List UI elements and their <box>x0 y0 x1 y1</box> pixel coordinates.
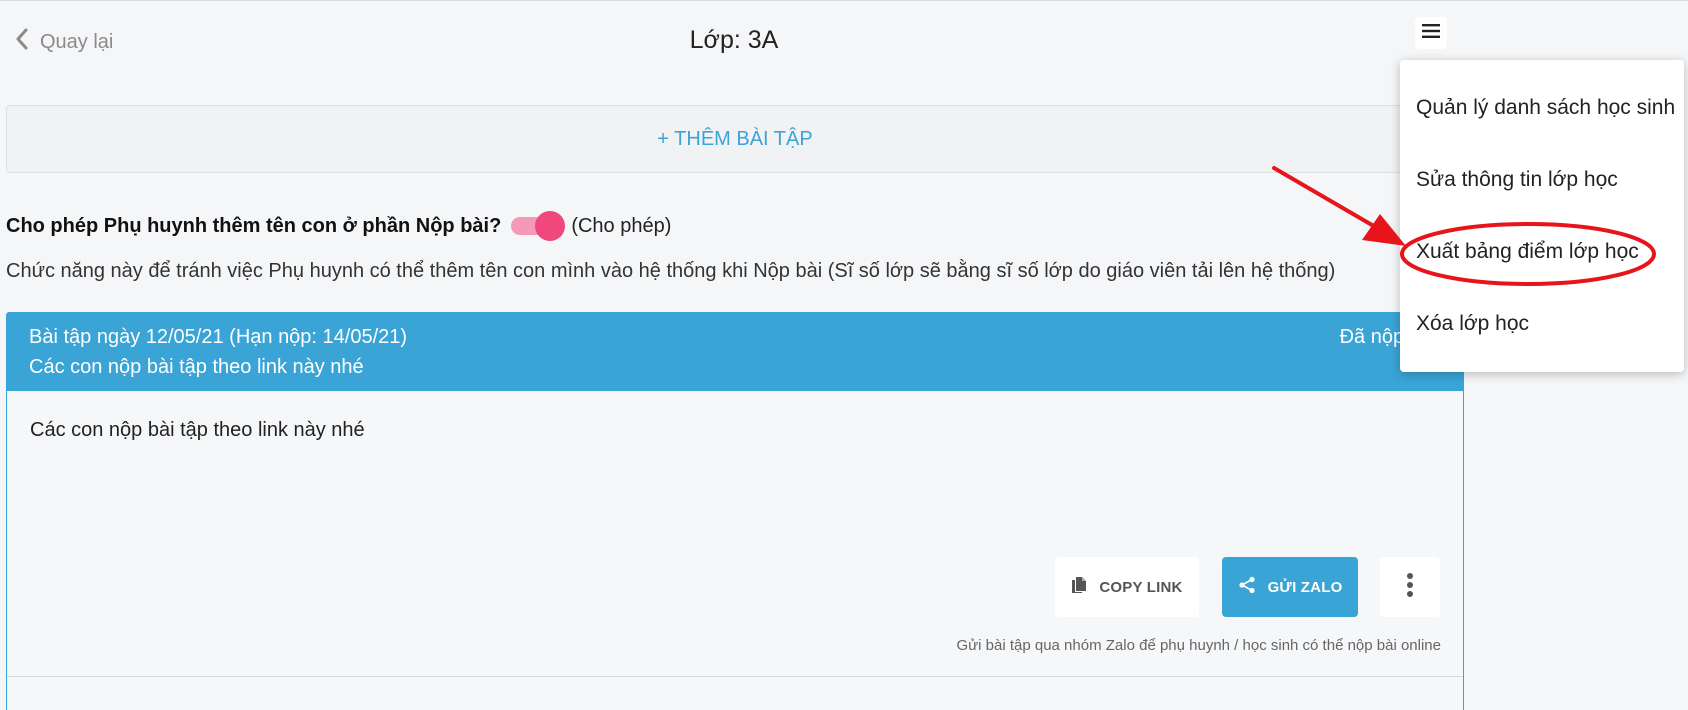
menu-item-export-scores[interactable]: Xuất bảng điểm lớp học <box>1416 240 1639 264</box>
menu-item-edit-class[interactable]: Sửa thông tin lớp học <box>1416 168 1618 192</box>
copy-icon <box>1071 576 1087 598</box>
menu-item-delete-class[interactable]: Xóa lớp học <box>1416 312 1529 336</box>
assignment-header[interactable]: Bài tập ngày 12/05/21 (Hạn nộp: 14/05/21… <box>7 313 1463 391</box>
menu-item-manage-students[interactable]: Quản lý danh sách học sinh <box>1416 96 1675 120</box>
card-divider <box>7 676 1463 677</box>
zalo-hint: Gửi bài tập qua nhóm Zalo để phụ huynh /… <box>956 637 1441 654</box>
assignment-actions: COPY LINK GỬI ZALO <box>7 557 1463 617</box>
page-title: Lớp: 3A <box>689 26 779 54</box>
more-options-button[interactable] <box>1380 557 1440 617</box>
allow-status: (Cho phép) <box>571 214 672 237</box>
annotation-arrow-line <box>1272 166 1374 227</box>
class-options-menu: Quản lý danh sách học sinh Sửa thông tin… <box>1400 60 1684 372</box>
add-exercise-button[interactable]: + THÊM BÀI TẬP <box>6 105 1464 173</box>
hamburger-menu-icon <box>1421 23 1441 44</box>
allow-parent-setting: Cho phép Phụ huynh thêm tên con ở phần N… <box>6 208 671 244</box>
top-divider <box>0 0 1688 1</box>
assignment-subtitle: Các con nộp bài tập theo link này nhé <box>29 356 364 378</box>
more-vertical-icon <box>1406 572 1414 602</box>
toggle-knob <box>535 211 566 241</box>
allow-question: Cho phép Phụ huynh thêm tên con ở phần N… <box>6 214 502 237</box>
assignment-card: Bài tập ngày 12/05/21 (Hạn nộp: 14/05/21… <box>6 312 1464 710</box>
send-zalo-label: GỬI ZALO <box>1267 578 1343 596</box>
menu-button[interactable] <box>1415 17 1447 49</box>
allow-description: Chức năng này để tránh việc Phụ huynh có… <box>6 260 1336 282</box>
assignment-content: Các con nộp bài tập theo link này nhé <box>30 419 365 441</box>
share-icon <box>1238 576 1256 598</box>
copy-link-button[interactable]: COPY LINK <box>1055 557 1199 617</box>
assignment-title: Bài tập ngày 12/05/21 (Hạn nộp: 14/05/21… <box>29 326 408 348</box>
allow-toggle[interactable] <box>509 211 566 241</box>
send-zalo-button[interactable]: GỬI ZALO <box>1222 557 1358 617</box>
copy-link-label: COPY LINK <box>1099 578 1183 596</box>
